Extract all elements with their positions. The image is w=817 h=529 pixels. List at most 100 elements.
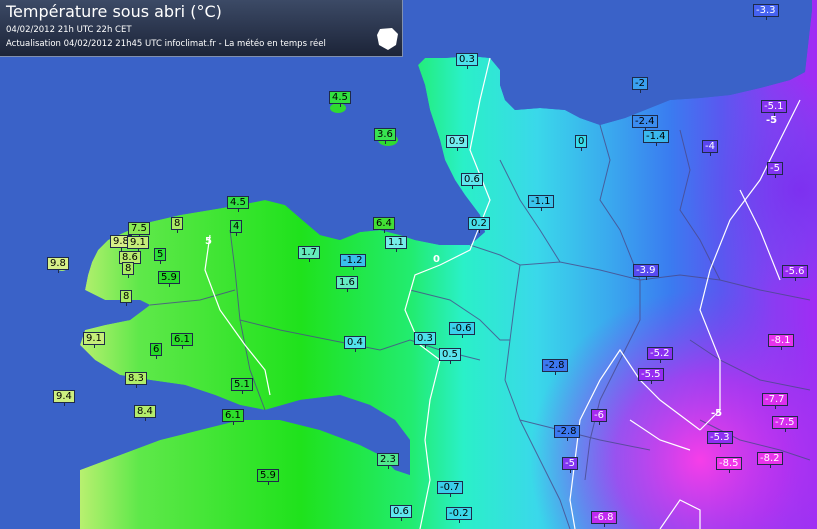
station-marker: [603, 524, 605, 527]
isoline-label: -5: [711, 408, 723, 419]
station-marker: [773, 113, 775, 116]
station-temperature: -3.9: [633, 264, 659, 280]
station-temperature: -7.7: [762, 393, 788, 409]
station-marker: [709, 153, 711, 156]
station-marker: [581, 148, 583, 151]
observation-time: 04/02/2012 21h UTC 22h CET: [6, 25, 132, 35]
station-temperature: -5: [562, 457, 578, 473]
station-marker: [774, 175, 776, 178]
station-temperature: 8: [120, 290, 133, 306]
station-temperature: 0.4: [344, 336, 366, 352]
station-temperature: 8: [171, 217, 184, 233]
station-marker: [126, 303, 128, 306]
station-marker: [135, 385, 137, 388]
station-marker: [769, 465, 771, 468]
station-marker: [395, 249, 397, 252]
station-temperature: 0.5: [439, 348, 461, 364]
station-temperature: -4: [702, 140, 718, 156]
station-temperature: 4: [230, 220, 243, 236]
station-temperature: -2.8: [554, 425, 580, 441]
station-marker: [237, 209, 239, 212]
station-temperature: -7.5: [772, 416, 798, 432]
island-guernsey: [330, 103, 346, 113]
station-temperature: 3.6: [374, 128, 396, 144]
station-marker: [383, 230, 385, 233]
station-temperature: 1.1: [385, 236, 407, 252]
station-marker: [645, 277, 647, 280]
station-marker: [181, 346, 183, 349]
station-temperature: 9.8: [47, 257, 69, 273]
isoline-label: 0: [433, 254, 440, 265]
station-marker: [780, 347, 782, 350]
station-marker: [308, 259, 310, 262]
station-marker: [659, 360, 661, 363]
station-temperature: -5: [767, 162, 783, 178]
station-temperature: -5.3: [707, 431, 733, 447]
station-temperature: 0.3: [456, 53, 478, 69]
station-marker: [569, 470, 571, 473]
station-temperature: -6: [591, 409, 607, 425]
station-temperature: 6: [150, 343, 163, 359]
station-marker: [128, 275, 130, 278]
station-temperature: -1.2: [340, 254, 366, 270]
station-temperature: -5.5: [638, 368, 664, 384]
station-temperature: -5.2: [647, 347, 673, 363]
station-temperature: -5.6: [782, 265, 808, 281]
station-marker: [387, 466, 389, 469]
station-marker: [449, 361, 451, 364]
station-marker: [639, 90, 641, 93]
temperature-map: 5 0 -5 -5 -3.3 0.3 -2 4.5 -5.1 -2.4 -1.4 3.6 0.9…: [0, 0, 817, 529]
station-temperature: 5.9: [158, 271, 180, 287]
station-temperature: 0.2: [468, 217, 490, 233]
station-marker: [456, 148, 458, 151]
station-temperature: 7.5: [128, 222, 150, 238]
map-header: Température sous abri (°C) 04/02/2012 21…: [0, 0, 403, 57]
station-marker: [354, 349, 356, 352]
station-temperature: -2.4: [632, 115, 658, 131]
station-temperature: 5: [154, 248, 167, 264]
station-temperature: 4.5: [329, 91, 351, 107]
station-temperature: 6.1: [222, 409, 244, 425]
station-marker: [156, 356, 158, 359]
station-marker: [765, 17, 767, 20]
isoline-label: -5: [766, 115, 778, 126]
station-marker: [339, 104, 341, 107]
station-temperature: 2.3: [377, 453, 399, 469]
station-temperature: -6.8: [591, 511, 617, 527]
station-temperature: -3.3: [753, 4, 779, 20]
update-line: Actualisation 04/02/2012 21h45 UTC infoc…: [6, 39, 326, 49]
station-temperature: 6.4: [373, 217, 395, 233]
station-temperature: 1.6: [336, 276, 358, 292]
station-temperature: 8.4: [134, 405, 156, 421]
station-marker: [267, 482, 269, 485]
station-temperature: 0: [575, 135, 588, 151]
station-temperature: 5.1: [231, 378, 253, 394]
station-marker: [458, 520, 460, 523]
station-temperature: -8.1: [768, 334, 794, 350]
station-marker: [346, 289, 348, 292]
station-temperature: 0.3: [414, 332, 436, 348]
station-marker: [424, 345, 426, 348]
station-temperature: 4.5: [227, 196, 249, 212]
station-marker: [728, 470, 730, 473]
map-title: Température sous abri (°C): [6, 2, 222, 21]
station-marker: [719, 444, 721, 447]
station-temperature: -5.1: [761, 100, 787, 116]
station-temperature: -2: [632, 77, 648, 93]
station-marker: [794, 278, 796, 281]
station-marker: [400, 518, 402, 521]
station-marker: [650, 381, 652, 384]
station-temperature: 0.9: [446, 135, 468, 151]
station-temperature: 9.1: [127, 236, 149, 252]
station-marker: [471, 186, 473, 189]
station-marker: [352, 267, 354, 270]
station-temperature: -8.2: [757, 452, 783, 468]
station-temperature: 0.6: [390, 505, 412, 521]
station-marker: [598, 422, 600, 425]
station-temperature: 9.4: [53, 390, 75, 406]
station-marker: [784, 429, 786, 432]
station-marker: [461, 335, 463, 338]
station-marker: [168, 284, 170, 287]
station-marker: [241, 391, 243, 394]
station-marker: [144, 418, 146, 421]
